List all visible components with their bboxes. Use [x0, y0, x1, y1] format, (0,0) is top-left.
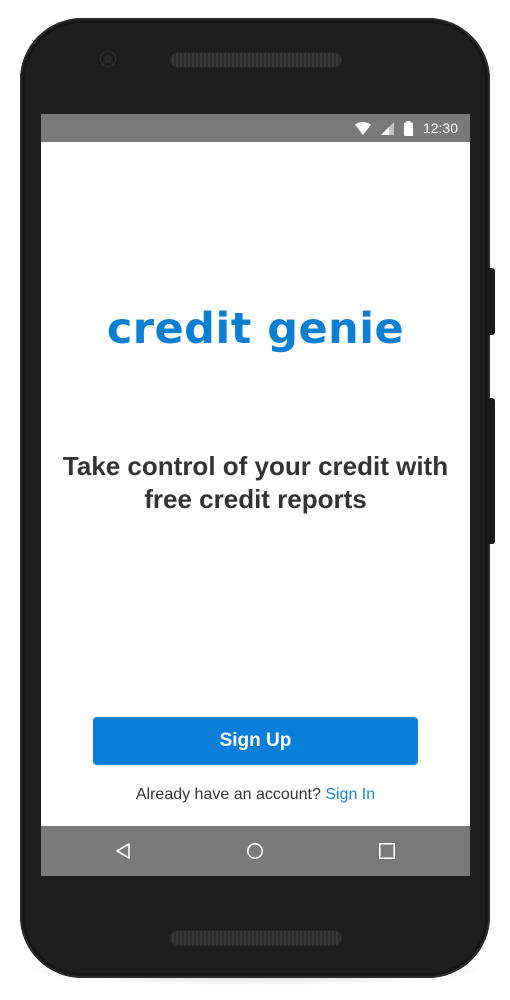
phone-screen: 12:30 credit genie Take control of your …	[41, 114, 470, 876]
front-camera	[101, 52, 115, 66]
back-icon[interactable]	[111, 839, 135, 863]
top-speaker-grille	[170, 52, 342, 68]
navigation-bar	[41, 826, 470, 876]
tagline: Take control of your credit with free cr…	[62, 451, 449, 514]
bottom-speaker-grille	[170, 930, 342, 946]
sign-in-prompt: Already have an account?	[135, 786, 321, 803]
wifi-icon	[354, 121, 371, 135]
app-logo: credit genie	[106, 304, 405, 354]
status-bar: 12:30	[41, 114, 470, 142]
home-icon[interactable]	[243, 839, 267, 863]
device-mockup: 12:30 credit genie Take control of your …	[0, 0, 510, 1000]
status-time: 12:30	[422, 120, 458, 136]
sign-in-link[interactable]: Sign In	[325, 786, 375, 803]
sign-up-button[interactable]: Sign Up	[93, 717, 418, 765]
recents-icon[interactable]	[375, 839, 399, 863]
battery-icon	[403, 120, 413, 136]
power-button	[488, 268, 495, 335]
sign-in-row: Already have an account? Sign In	[41, 786, 470, 804]
volume-button	[488, 398, 495, 544]
cell-signal-icon	[380, 121, 394, 135]
